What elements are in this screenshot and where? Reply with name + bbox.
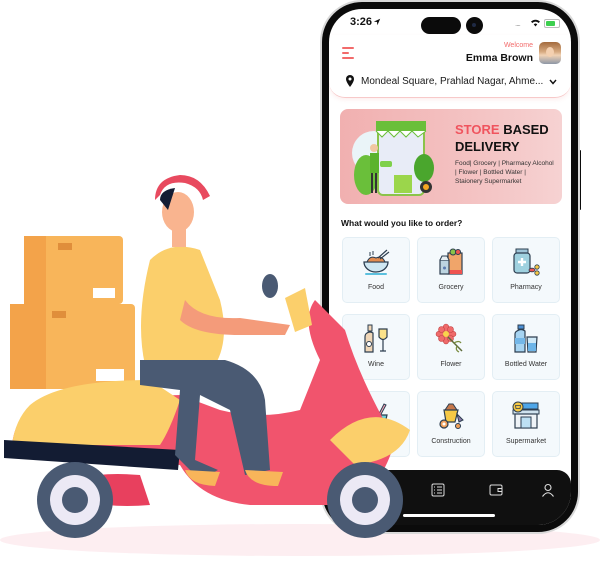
dynamic-island: [421, 17, 461, 34]
status-time: 3:26: [350, 16, 373, 28]
flower-icon: [435, 323, 463, 353]
category-grocery[interactable]: Grocery: [417, 237, 485, 303]
cellular-signal-icon: ....: [515, 19, 521, 28]
banner-title-rest: BASED: [503, 122, 549, 137]
category-construction[interactable]: Construction: [417, 391, 485, 457]
category-supermarket[interactable]: Supermarket: [492, 391, 560, 457]
category-label: Supermarket: [505, 438, 547, 445]
battery-charging-icon: [544, 19, 560, 28]
wine-bottle-icon: [364, 324, 388, 353]
map-pin-icon: [346, 75, 354, 87]
category-label: Wine: [368, 361, 384, 368]
phone-power-button: [578, 150, 581, 210]
app-screen: 3:26 .... Welcome Emma Brown Mondeal Squ…: [329, 9, 571, 525]
category-label: Grocery: [438, 284, 464, 291]
app-header: Welcome Emma Brown Mondeal Square, Prahl…: [329, 35, 571, 98]
medicine-icon: [513, 248, 540, 276]
category-bottled-water[interactable]: Bottled Water: [492, 314, 560, 380]
location-arrow-icon: [373, 18, 381, 26]
front-camera: [466, 17, 483, 34]
order-question: What would you like to order?: [341, 218, 463, 228]
profile-icon[interactable]: [541, 483, 555, 497]
orders-list-icon[interactable]: [431, 483, 445, 497]
category-label: Construction: [431, 438, 471, 445]
hamburger-menu-icon[interactable]: [342, 47, 356, 59]
wifi-icon: [531, 19, 540, 27]
category-label: Bottled Water: [504, 361, 548, 368]
bottom-nav: [329, 470, 571, 525]
category-label: Pharmacy: [510, 284, 542, 291]
banner-title-highlight: STORE: [455, 122, 500, 137]
banner-title: STORE BASED DELIVERY: [455, 121, 549, 155]
wallet-icon[interactable]: [489, 483, 503, 497]
store-delivery-illustration: [352, 121, 434, 196]
avatar[interactable]: [539, 42, 561, 64]
water-bottle-icon: [514, 324, 538, 353]
category-stationery[interactable]: [342, 391, 410, 457]
category-pharmacy[interactable]: Pharmacy: [492, 237, 560, 303]
home-indicator: [403, 514, 495, 517]
category-wine[interactable]: Wine: [342, 314, 410, 380]
store-delivery-banner[interactable]: STORE BASED DELIVERY Food| Grocery | Pha…: [340, 109, 562, 204]
stationery-basket-icon: [364, 403, 388, 429]
supermarket-store-icon: [512, 401, 540, 429]
chevron-down-icon[interactable]: [549, 79, 557, 85]
banner-subtitle: Food| Grocery | Pharmacy Alcohol | Flowe…: [455, 160, 554, 185]
delivery-location[interactable]: Mondeal Square, Prahlad Nagar, Ahme...: [361, 76, 543, 87]
banner-title-line2: DELIVERY: [455, 139, 520, 154]
category-food[interactable]: Food: [342, 237, 410, 303]
category-label: Flower: [440, 361, 462, 368]
welcome-label: Welcome: [503, 42, 533, 49]
category-flower[interactable]: Flower: [417, 314, 485, 380]
user-name: Emma Brown: [465, 52, 533, 64]
grocery-bag-icon: [439, 248, 463, 275]
food-bowl-icon: [363, 249, 390, 275]
status-bar: 3:26 ....: [329, 9, 571, 35]
phone-frame: 3:26 .... Welcome Emma Brown Mondeal Squ…: [322, 2, 578, 532]
construction-cart-icon: [439, 403, 464, 429]
category-label: Food: [368, 284, 384, 291]
